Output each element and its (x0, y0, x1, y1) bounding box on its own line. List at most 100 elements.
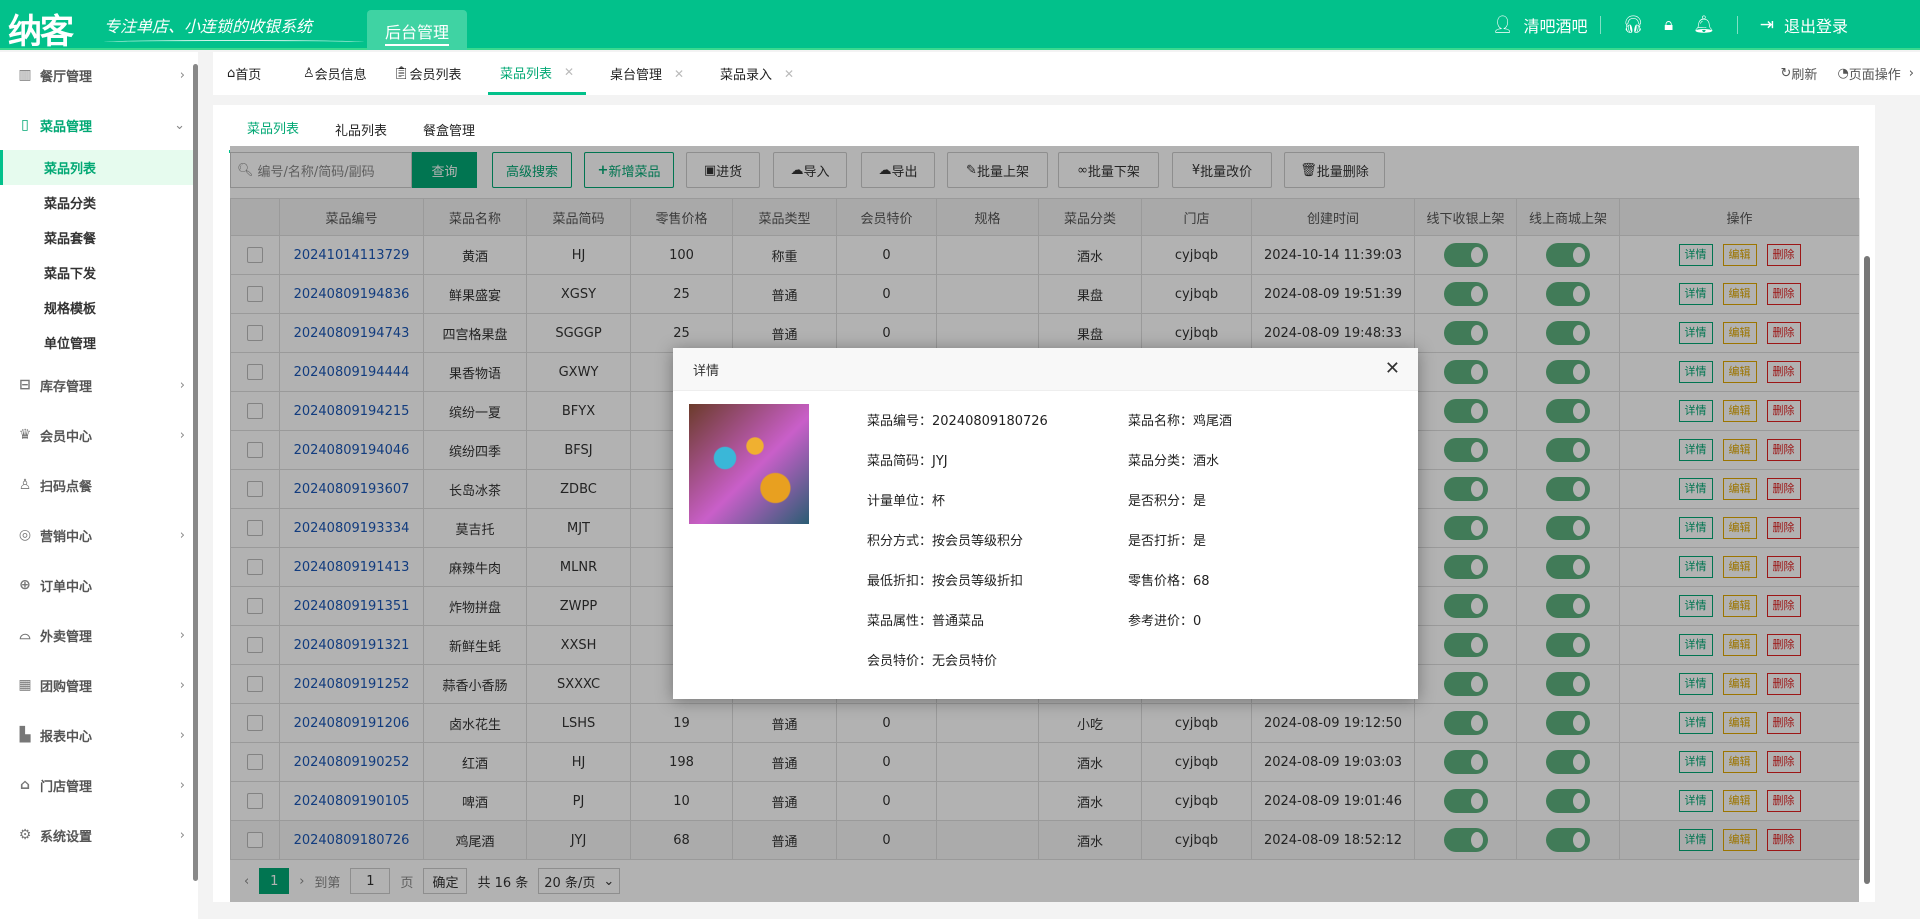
chevron-down-icon: ⌄ (174, 118, 185, 133)
sidebar-subitem-3[interactable]: 菜品下发 (0, 255, 193, 290)
sidebar-item-9[interactable]: ▙报表中心› (0, 715, 193, 755)
logout-button[interactable]: 退出登录 (1784, 13, 1848, 37)
sidebar-item-2[interactable]: ⊟库存管理› (0, 365, 193, 405)
sidebar-subitem-4[interactable]: 规格模板 (0, 290, 193, 325)
detail-field: 计量单位：杯 (867, 490, 945, 509)
sidebar-item-11[interactable]: ⚙系统设置› (0, 815, 193, 855)
page-ops-button[interactable]: 页面操作 (1849, 64, 1901, 83)
chevron-right-icon: › (180, 528, 185, 543)
sidebar-item-label: 会员中心 (40, 426, 92, 445)
tab-1[interactable]: ♙会员信息 (303, 52, 367, 95)
close-icon[interactable]: ✕ (564, 65, 574, 79)
tab-0[interactable]: ⌂首页 (227, 52, 261, 95)
scrollbar-thumb[interactable] (1864, 256, 1870, 884)
sidebar-subitem-1[interactable]: 菜品分类 (0, 185, 193, 220)
field-label: 菜品简码： (867, 454, 932, 469)
sidebar-item-5[interactable]: ◎营销中心› (0, 515, 193, 555)
field-value: 68 (1193, 574, 1210, 589)
tab-bar: ↻刷新 ◔页面操作 › ⌂首页♙会员信息📋︎会员列表菜品列表✕桌台管理✕菜品录入… (213, 52, 1920, 95)
grid-icon: ▯ (16, 117, 34, 133)
sidebar-item-label: 库存管理 (40, 376, 92, 395)
content-scrollbar[interactable] (1862, 146, 1872, 902)
sidebar-item-label: 报表中心 (40, 726, 92, 745)
sidebar-item-8[interactable]: ▦团购管理› (0, 665, 193, 705)
sidebar-item-label: 订单中心 (40, 576, 92, 595)
sidebar-scrollbar[interactable] (193, 64, 198, 881)
field-value: 是 (1193, 494, 1206, 509)
calendar-icon: ▦ (16, 677, 34, 693)
close-icon[interactable]: ✕ (784, 67, 794, 81)
sidebar-item-4[interactable]: ♙扫码点餐 (0, 465, 193, 505)
tab-3[interactable]: 菜品列表 ✕ (488, 52, 586, 95)
field-value: 无会员特价 (932, 654, 997, 669)
tab-label: 会员列表 (410, 64, 462, 83)
field-value: 鸡尾酒 (1193, 414, 1232, 429)
field-label: 菜品分类： (1128, 454, 1193, 469)
sidebar-item-label: 外卖管理 (40, 626, 92, 645)
store-icon: ⌂ (16, 777, 34, 793)
lock-icon[interactable]: 🔒︎ (1664, 15, 1673, 35)
field-value: JYJ (932, 454, 948, 469)
user-icon: ♙ (303, 66, 315, 81)
sidebar-subitem-5[interactable]: 单位管理 (0, 325, 193, 360)
field-label: 菜品编号： (867, 414, 932, 429)
sidebar-item-label: 系统设置 (40, 826, 92, 845)
backend-management-tab[interactable]: 后台管理 (367, 10, 467, 50)
field-label: 是否积分： (1128, 494, 1193, 509)
detail-field: 菜品简码：JYJ (867, 450, 948, 469)
tab-4[interactable]: 桌台管理✕ (610, 52, 684, 95)
divider (1737, 16, 1738, 34)
gear-icon: ⚙ (16, 827, 34, 843)
detail-field: 菜品分类：酒水 (1128, 450, 1219, 469)
sidebar-item-1[interactable]: ▯菜品管理⌄ (0, 105, 193, 145)
detail-field: 会员特价：无会员特价 (867, 650, 997, 669)
sidebar-item-3[interactable]: ♛会员中心› (0, 415, 193, 455)
close-icon[interactable]: ✕ (674, 67, 684, 81)
sidebar-item-0[interactable]: ▥餐厅管理› (0, 55, 193, 95)
user-icon: 👤︎ (1492, 15, 1514, 35)
sidebar-item-label: 门店管理 (40, 776, 92, 795)
detail-field: 菜品属性：普通菜品 (867, 610, 984, 629)
detail-field: 最低折扣：按会员等级折扣 (867, 570, 1023, 589)
bar-chart-icon: ▙ (16, 727, 34, 743)
tab-2[interactable]: 📋︎会员列表 (393, 52, 462, 95)
bell-icon[interactable]: 🔔︎ (1693, 15, 1715, 35)
clipboard-icon: 📋︎ (393, 66, 410, 81)
sidebar-item-10[interactable]: ⌂门店管理› (0, 765, 193, 805)
field-value: 普通菜品 (932, 614, 984, 629)
tab-label: 菜品列表 (500, 63, 552, 82)
sidebar-subitem-0[interactable]: 菜品列表 (0, 150, 193, 185)
logo: 纳客 (8, 4, 72, 53)
chevron-right-icon: › (180, 428, 185, 443)
field-label: 菜品属性： (867, 614, 932, 629)
globe-icon: ⊕ (16, 577, 34, 593)
refresh-icon: ↻ (1781, 66, 1792, 81)
tab-label: 菜品录入 (720, 64, 772, 83)
field-value: 0 (1193, 614, 1201, 629)
field-value: 按会员等级折扣 (932, 574, 1023, 589)
user-name[interactable]: 清吧酒吧 (1523, 13, 1587, 37)
slogan: 专注单店、小连锁的收银系统 (104, 13, 312, 37)
dish-image (689, 404, 809, 524)
refresh-button[interactable]: 刷新 (1791, 64, 1817, 83)
top-header: 纳客 专注单店、小连锁的收银系统 后台管理 👤︎ 清吧酒吧 🎧︎ 🔒︎ 🔔︎ ⇥… (0, 0, 1920, 50)
sidebar-subitem-2[interactable]: 菜品套餐 (0, 220, 193, 255)
detail-modal: 详情 ✕ 菜品编号：20240809180726菜品名称：鸡尾酒菜品简码：JYJ… (673, 348, 1418, 699)
home-icon: ⌂ (227, 66, 235, 81)
chevron-right-icon: › (180, 68, 185, 83)
user-icon: ♙ (16, 477, 34, 493)
field-label: 最低折扣： (867, 574, 932, 589)
chevron-right-icon[interactable]: › (1909, 66, 1914, 81)
headset-icon[interactable]: 🎧︎ (1623, 15, 1645, 35)
field-label: 计量单位： (867, 494, 932, 509)
tab-5[interactable]: 菜品录入 ✕ (720, 52, 794, 95)
box-icon: ⊟ (16, 377, 34, 393)
field-label: 参考进价： (1128, 614, 1193, 629)
field-value: 按会员等级积分 (932, 534, 1023, 549)
backend-label: 后台管理 (385, 23, 449, 46)
sidebar-item-6[interactable]: ⊕ 订单中心 (0, 565, 193, 605)
close-icon[interactable]: ✕ (1385, 358, 1400, 379)
field-value: 酒水 (1193, 454, 1219, 469)
detail-field: 是否打折：是 (1128, 530, 1206, 549)
sidebar-item-7[interactable]: ⌓外卖管理› (0, 615, 193, 655)
